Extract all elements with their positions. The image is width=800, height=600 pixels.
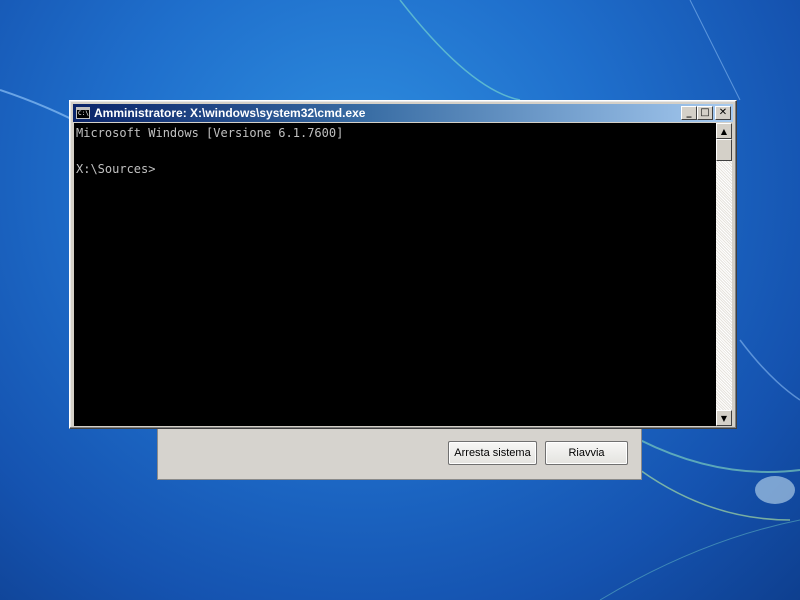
title-bar[interactable]: C:\ Amministratore: X:\windows\system32\… [73,104,733,122]
console-icon[interactable]: C:\ [76,107,90,119]
close-button[interactable]: ✕ [715,106,731,120]
command-prompt-window: C:\ Amministratore: X:\windows\system32\… [69,100,737,429]
scroll-up-button[interactable]: ▲ [716,123,732,139]
shutdown-button[interactable]: Arresta sistema [448,441,537,465]
minimize-button[interactable]: _ [681,106,697,120]
maximize-button[interactable]: □ [697,106,713,120]
console-icon-text: C:\ [78,110,89,117]
scroll-down-button[interactable]: ▼ [716,410,732,426]
scroll-thumb[interactable] [716,139,732,161]
console-line-prompt: X:\Sources> [76,162,156,176]
console-line-version: Microsoft Windows [Versione 6.1.7600] [76,126,344,140]
shutdown-dialog: Arresta sistema Riavvia [157,428,642,480]
title-bar-buttons: _ □ ✕ [681,106,731,120]
console-output[interactable]: Microsoft Windows [Versione 6.1.7600] ​ X:… [74,123,716,426]
console-line-blank: ​ [76,142,714,160]
vertical-scrollbar[interactable]: ▲ ▼ [716,123,732,426]
restart-button[interactable]: Riavvia [545,441,628,465]
window-title: Amministratore: X:\windows\system32\cmd.… [94,106,366,120]
